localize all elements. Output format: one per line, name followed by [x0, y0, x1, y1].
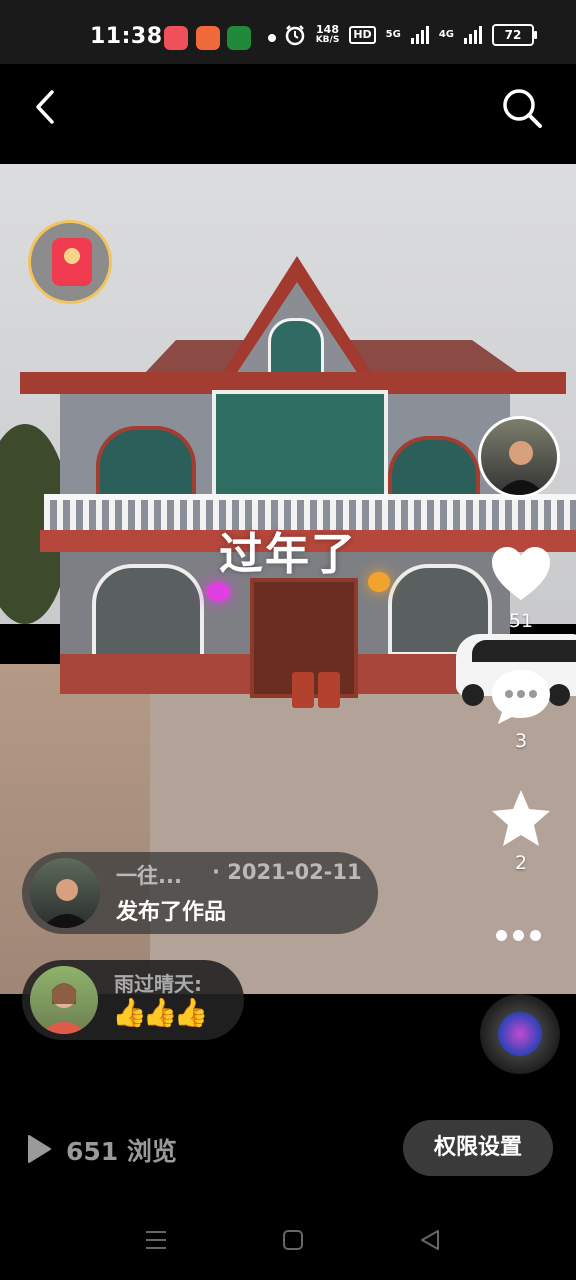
person-avatar-icon	[40, 983, 88, 1034]
search-icon[interactable]	[500, 86, 544, 130]
comment-icon[interactable]	[490, 668, 552, 726]
favorite-count: 2	[514, 852, 528, 874]
music-cover-icon	[498, 1012, 542, 1056]
comment-count: 3	[514, 730, 528, 752]
more-notifications-dot	[268, 34, 276, 42]
user-avatar[interactable]	[30, 858, 100, 928]
thumbs-up-emoji: 👍👍👍	[112, 996, 209, 1029]
play-icon	[28, 1135, 51, 1163]
activity-text: 发布了作品	[116, 900, 227, 925]
battery-icon: 72	[492, 24, 537, 46]
person-avatar-icon	[497, 441, 545, 495]
status-time: 11:38	[90, 24, 163, 49]
app-notification-icon	[196, 26, 220, 50]
permission-settings-button[interactable]: 权限设置	[403, 1120, 553, 1176]
like-heart-icon[interactable]	[490, 546, 552, 602]
network-4g-label: 4G	[438, 29, 454, 40]
signal-icon	[464, 26, 482, 44]
activity-user-name: 一往...	[116, 864, 182, 888]
activity-date: · 2021-02-11	[212, 860, 362, 884]
hd-badge: HD	[349, 26, 376, 44]
net-speed-value: 148	[316, 23, 339, 36]
person-avatar-icon	[42, 879, 92, 928]
alarm-icon	[285, 25, 304, 46]
commenter-name: 雨过晴天:	[114, 972, 202, 996]
commenter-avatar[interactable]	[30, 966, 98, 1034]
app-notification-icon	[164, 26, 188, 50]
net-speed: 148 KB/S	[316, 24, 340, 46]
top-bar	[0, 64, 576, 164]
view-count: 651 浏览	[66, 1137, 177, 1166]
favorite-star-icon[interactable]	[490, 788, 552, 848]
more-options-icon[interactable]	[496, 930, 541, 941]
menu-icon[interactable]	[144, 1228, 168, 1252]
network-5g-label: 5G	[385, 29, 401, 40]
net-speed-unit: KB/S	[315, 35, 340, 45]
home-icon[interactable]	[281, 1228, 305, 1252]
oppo-notification-icon	[227, 26, 251, 50]
back-arrow-icon[interactable]	[30, 88, 62, 126]
status-icons: 148 KB/S HD 5G 4G 72	[284, 24, 537, 46]
red-envelope-coin	[64, 248, 80, 264]
back-triangle-icon[interactable]	[418, 1228, 442, 1252]
author-avatar[interactable]	[478, 416, 560, 498]
signal-icon	[410, 26, 429, 44]
like-count: 51	[508, 610, 534, 632]
